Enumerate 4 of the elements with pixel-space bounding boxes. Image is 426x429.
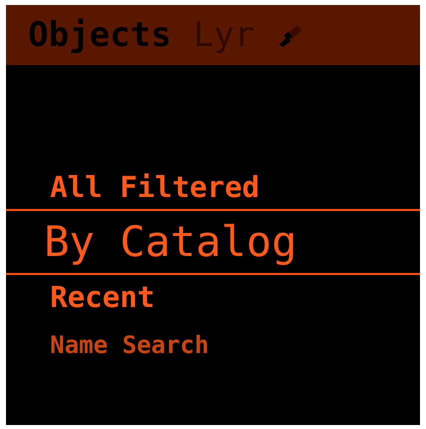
menu-item[interactable]: Name Search [6,319,420,371]
menu-item[interactable]: All Filtered [6,165,420,209]
menu-item-selected[interactable]: By Catalog [6,209,420,275]
menu-item[interactable]: Recent [6,275,420,319]
